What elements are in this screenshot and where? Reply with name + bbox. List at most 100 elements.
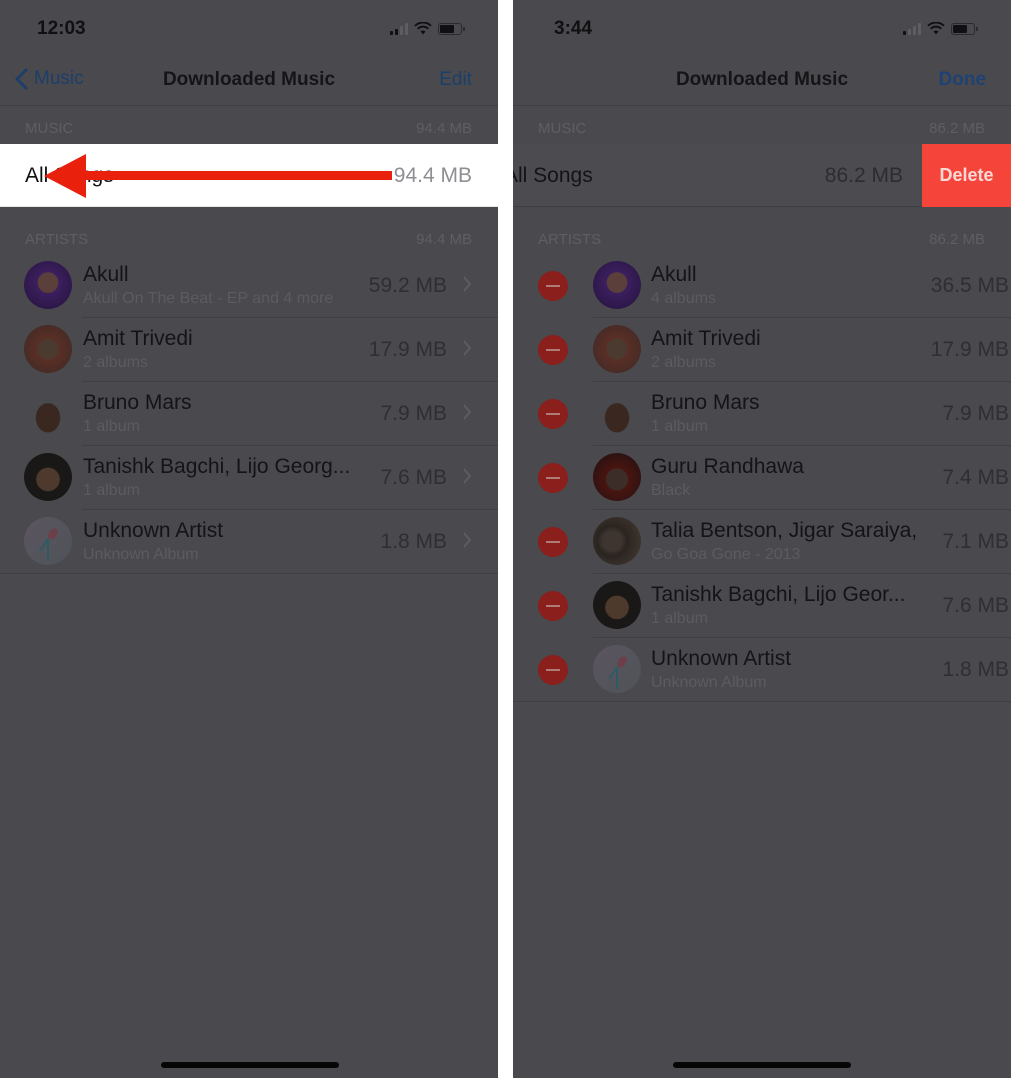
all-songs-row[interactable]: All Songs 94.4 MB — [0, 144, 498, 207]
artist-row[interactable]: Tanishk Bagchi, Lijo Geor... 1 album 7.6… — [513, 574, 1011, 638]
artists-section-header: ARTISTS 86.2 MB — [513, 218, 1011, 254]
artist-subtitle: 4 albums — [651, 290, 716, 307]
home-indicator[interactable] — [161, 1062, 339, 1068]
artist-subtitle: 1 album — [651, 418, 708, 435]
artist-row[interactable]: Bruno Mars 1 album 7.9 MB — [0, 382, 498, 446]
wifi-icon — [927, 22, 945, 35]
section-label: ARTISTS — [25, 231, 89, 248]
artist-size: 17.9 MB — [930, 338, 1009, 361]
delete-minus-icon[interactable] — [538, 591, 568, 621]
artist-subtitle: Akull On The Beat - EP and 4 more — [83, 290, 334, 307]
artist-avatar — [24, 453, 72, 501]
artist-name: Unknown Artist — [83, 519, 224, 542]
section-label: ARTISTS — [538, 231, 602, 248]
microphone-avatar-icon — [24, 517, 72, 565]
delete-minus-icon[interactable] — [538, 335, 568, 365]
artist-avatar — [24, 325, 72, 373]
all-songs-row[interactable]: All Songs 86.2 MB Delete — [513, 144, 1011, 207]
section-label: MUSIC — [25, 120, 74, 137]
artist-row[interactable]: Talia Bentson, Jigar Saraiya, Go Goa Gon… — [513, 510, 1011, 574]
delete-minus-icon[interactable] — [538, 271, 568, 301]
artist-size: 7.9 MB — [380, 402, 447, 425]
music-section-header: MUSIC 86.2 MB — [513, 107, 1011, 143]
artist-name: Akull — [83, 263, 129, 286]
artist-name: Guru Randhawa — [651, 455, 804, 478]
artist-name: Amit Trivedi — [83, 327, 193, 350]
delete-button[interactable]: Delete — [922, 144, 1011, 207]
artist-name: Tanishk Bagchi, Lijo Geor... — [651, 583, 906, 606]
wifi-icon — [414, 22, 432, 35]
artist-avatar — [593, 517, 641, 565]
navigation-bar: Downloaded Music Done — [513, 60, 1011, 106]
status-time: 12:03 — [37, 18, 86, 39]
status-time: 3:44 — [554, 18, 593, 39]
artist-subtitle: 1 album — [83, 418, 140, 435]
artist-row[interactable]: Akull Akull On The Beat - EP and 4 more … — [0, 254, 498, 318]
artist-list: Akull 4 albums 36.5 MB Amit Trivedi 2 al… — [513, 254, 1011, 702]
delete-minus-icon[interactable] — [538, 463, 568, 493]
artist-name: Akull — [651, 263, 697, 286]
artist-row[interactable]: Amit Trivedi 2 albums 17.9 MB — [0, 318, 498, 382]
battery-icon — [438, 22, 465, 35]
page-title: Downloaded Music — [162, 69, 336, 90]
artist-row[interactable]: Amit Trivedi 2 albums 17.9 MB — [513, 318, 1011, 382]
delete-minus-icon[interactable] — [538, 527, 568, 557]
page-title: Downloaded Music — [675, 69, 849, 90]
artist-subtitle: Black — [651, 482, 691, 499]
artists-section-header: ARTISTS 94.4 MB — [0, 218, 498, 254]
artist-subtitle: 1 album — [651, 610, 708, 627]
chevron-right-icon — [463, 532, 472, 548]
row-separator — [513, 701, 1011, 702]
artist-row[interactable]: Guru Randhawa Black 7.4 MB — [513, 446, 1011, 510]
artist-subtitle: Unknown Album — [651, 674, 767, 691]
artist-name: Unknown Artist — [651, 647, 792, 670]
delete-minus-icon[interactable] — [538, 399, 568, 429]
artist-name: Tanishk Bagchi, Lijo Georg... — [83, 455, 351, 478]
artist-name: Bruno Mars — [651, 391, 760, 414]
artist-avatar — [593, 261, 641, 309]
artist-subtitle: 2 albums — [83, 354, 148, 371]
all-songs-size: 86.2 MB — [824, 164, 903, 187]
all-songs-size: 94.4 MB — [393, 164, 472, 187]
chevron-right-icon — [463, 340, 472, 356]
status-bar: 3:44 — [513, 0, 1011, 60]
delete-minus-icon[interactable] — [538, 655, 568, 685]
artist-avatar — [24, 261, 72, 309]
artist-subtitle: 2 albums — [651, 354, 716, 371]
artist-subtitle: Unknown Album — [83, 546, 199, 563]
chevron-right-icon — [463, 276, 472, 292]
section-size: 86.2 MB — [929, 120, 985, 137]
cellular-signal-icon — [903, 22, 921, 35]
artist-avatar — [593, 389, 641, 437]
artist-size: 7.4 MB — [942, 466, 1009, 489]
artist-avatar — [593, 581, 641, 629]
chevron-right-icon — [463, 404, 472, 420]
microphone-avatar-icon — [593, 645, 641, 693]
artist-list: Akull Akull On The Beat - EP and 4 more … — [0, 254, 498, 574]
artist-row[interactable]: Unknown Artist Unknown Album 1.8 MB — [513, 638, 1011, 702]
artist-size: 7.1 MB — [942, 530, 1009, 553]
artist-avatar — [593, 453, 641, 501]
artist-size: 7.9 MB — [942, 402, 1009, 425]
home-indicator[interactable] — [673, 1062, 851, 1068]
edit-button[interactable]: Edit — [439, 69, 472, 91]
status-icons — [390, 22, 465, 35]
artist-subtitle: 1 album — [83, 482, 140, 499]
artist-row[interactable]: Bruno Mars 1 album 7.9 MB — [513, 382, 1011, 446]
artist-row[interactable]: Tanishk Bagchi, Lijo Georg... 1 album 7.… — [0, 446, 498, 510]
done-button[interactable]: Done — [939, 69, 987, 91]
music-section-header: MUSIC 94.4 MB — [0, 107, 498, 143]
artist-avatar — [593, 325, 641, 373]
section-size: 86.2 MB — [929, 231, 985, 248]
artist-row[interactable]: Akull 4 albums 36.5 MB — [513, 254, 1011, 318]
navigation-bar: Music Downloaded Music Edit — [0, 60, 498, 106]
section-label: MUSIC — [538, 120, 587, 137]
artist-row[interactable]: Unknown Artist Unknown Album 1.8 MB — [0, 510, 498, 574]
artist-name: Amit Trivedi — [651, 327, 761, 350]
artist-name: Bruno Mars — [83, 391, 192, 414]
artist-size: 59.2 MB — [368, 274, 447, 297]
status-icons — [903, 22, 978, 35]
left-screenshot: 12:03 Music Downloaded Music Edit MUSIC … — [0, 0, 498, 1078]
artist-size: 7.6 MB — [380, 466, 447, 489]
artist-size: 36.5 MB — [930, 274, 1009, 297]
